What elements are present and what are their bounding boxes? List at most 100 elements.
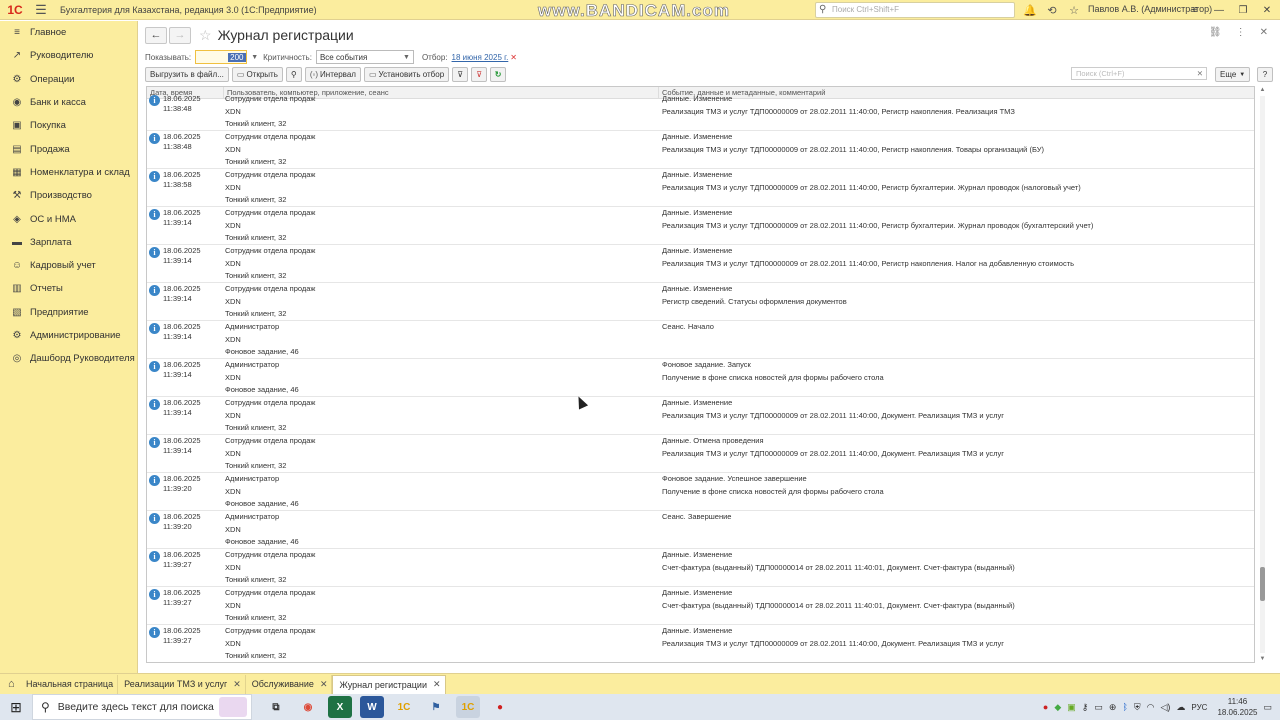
taskbar-search-input[interactable]: ⚲ Введите здесь текст для поиска — [32, 694, 252, 720]
tab-realizations[interactable]: Реализации ТМЗ и услуг ✕ — [118, 674, 246, 694]
sidebar-item-warehouse[interactable]: ▦ Номенклатура и склад — [0, 161, 137, 184]
sidebar-item-hr[interactable]: ☺ Кадровый учет — [0, 254, 137, 277]
link-icon[interactable]: ⛓ — [1209, 27, 1222, 38]
chevron-down-icon[interactable]: ▼ — [251, 54, 258, 61]
table-row[interactable]: i 18.06.2025 11:38:48 Сотрудник отдела прод… — [147, 131, 1254, 169]
clear-search-icon[interactable]: ✕ — [1197, 68, 1203, 79]
interval-button[interactable]: (◦) Интервал — [304, 67, 361, 82]
sidebar-item-production[interactable]: ⚒ Производство — [0, 184, 137, 207]
taskbar-clock[interactable]: 11:46 18.06.2025 — [1217, 696, 1257, 718]
forward-arrow-icon[interactable]: → — [169, 26, 191, 44]
record-dot-icon[interactable]: ● — [1043, 702, 1048, 712]
list-search-input[interactable]: Поиск (Ctrl+F) ✕ — [1071, 67, 1207, 80]
table-row[interactable]: i 18.06.2025 11:39:14 Сотрудник отдела прод… — [147, 207, 1254, 245]
table-row[interactable]: i 18.06.2025 11:39:14 Администратор XDN Фонов… — [147, 359, 1254, 397]
1c-app-icon[interactable]: 1С — [392, 696, 416, 718]
sidebar-item-reports[interactable]: ▥ Отчеты — [0, 277, 137, 300]
refresh-icon[interactable]: ↻ — [490, 67, 507, 82]
more-button[interactable]: Еще ▼ — [1215, 67, 1251, 82]
form-close-icon[interactable]: ✕ — [1260, 27, 1268, 38]
volume-icon[interactable]: ◁) — [1160, 702, 1170, 713]
scroll-thumb[interactable] — [1260, 566, 1265, 601]
close-tab-icon[interactable]: ✕ — [233, 679, 241, 690]
bell-icon[interactable]: 🔔 — [1022, 2, 1038, 18]
keyboard-language[interactable]: РУС — [1191, 703, 1207, 712]
back-arrow-icon[interactable]: ← — [145, 26, 167, 44]
usb-icon[interactable]: ⚷ — [1082, 702, 1089, 713]
excel-icon[interactable]: X — [328, 696, 352, 718]
shield-icon[interactable]: ⛨ — [1134, 702, 1141, 713]
help-button[interactable]: ? — [1257, 67, 1273, 82]
table-row[interactable]: i 18.06.2025 11:39:27 Сотрудник отдела прод… — [147, 587, 1254, 625]
open-button[interactable]: ▭ Открыть — [231, 67, 283, 82]
table-row[interactable]: i 18.06.2025 11:38:48 Сотрудник отдела прод… — [147, 93, 1254, 131]
global-search-input[interactable]: ⚲ Поиск Ctrl+Shift+F — [815, 2, 1015, 18]
history-icon[interactable]: ⟲ — [1044, 2, 1060, 18]
clear-filter-icon[interactable]: ✕ — [510, 53, 517, 62]
wifi-icon[interactable]: ◠ — [1147, 702, 1155, 713]
sidebar-item-sale[interactable]: ▤ Продажа — [0, 137, 137, 160]
info-icon: i — [149, 133, 160, 144]
sidebar-item-enterprise[interactable]: ▧ Предприятие — [0, 301, 137, 324]
sidebar-item-salary[interactable]: ▬ Зарплата — [0, 231, 137, 254]
table-scrollbar[interactable]: ▲ ▼ — [1258, 86, 1267, 663]
favorite-star-icon[interactable]: ☆ — [199, 27, 212, 44]
bandicam-record-icon[interactable]: ● — [488, 696, 512, 718]
sidebar-item-manager[interactable]: ↗ Руководителю — [0, 44, 137, 67]
search-icon[interactable]: ⚲ — [285, 67, 302, 82]
restore-icon[interactable]: ❐ — [1236, 2, 1250, 18]
sidebar-item-operations[interactable]: ⚙ Операции — [0, 68, 137, 91]
sidebar-item-dashboard[interactable]: ◎ Дашборд Руководителя — [0, 347, 137, 370]
tab-maintenance[interactable]: Обслуживание ✕ — [246, 674, 333, 694]
table-row[interactable]: i 18.06.2025 11:39:14 Сотрудник отдела прод… — [147, 283, 1254, 321]
scroll-up-icon[interactable]: ▲ — [1258, 86, 1267, 94]
1c-active-icon[interactable]: 1С — [456, 696, 480, 718]
menu-lines-icon[interactable]: ≡ — [1188, 2, 1202, 18]
tab-start-page[interactable]: Начальная страница — [22, 674, 119, 694]
more-vertical-icon[interactable]: ⋮ — [1236, 27, 1246, 38]
cloud-icon[interactable]: ☁ — [1176, 702, 1185, 713]
close-tab-icon[interactable]: ✕ — [320, 679, 328, 690]
network-icon[interactable]: ⊕ — [1109, 702, 1117, 713]
sidebar-item-admin[interactable]: ⚙ Администрирование — [0, 324, 137, 347]
sidebar-item-assets[interactable]: ◈ ОС и НМА — [0, 207, 137, 230]
bluetooth-icon[interactable]: ᛒ — [1122, 702, 1127, 712]
remove-filter-icon[interactable]: ⊽ — [471, 67, 488, 82]
home-icon[interactable]: ⌂ — [8, 678, 22, 690]
task-view-icon[interactable]: ⧉ — [264, 696, 288, 718]
hamburger-menu-icon[interactable]: ☰ — [30, 0, 52, 20]
table-row[interactable]: i 18.06.2025 11:39:20 Администратор XDN Фонов… — [147, 473, 1254, 511]
favorites-star-icon[interactable]: ☆ — [1066, 2, 1082, 18]
sidebar-item-bank[interactable]: ◉ Банк и касса — [0, 91, 137, 114]
word-icon[interactable]: W — [360, 696, 384, 718]
scroll-down-icon[interactable]: ▼ — [1258, 655, 1267, 663]
minimize-icon[interactable]: — — [1212, 2, 1226, 18]
close-icon[interactable]: ✕ — [1260, 2, 1274, 18]
sidebar-item-main[interactable]: ≡ Главное — [0, 21, 137, 44]
table-row[interactable]: i 18.06.2025 11:39:27 Сотрудник отдела прод… — [147, 549, 1254, 587]
chrome-icon[interactable]: ◉ — [296, 696, 320, 718]
filter-funnel-icon[interactable]: ⊽ — [452, 67, 469, 82]
event-log-table[interactable]: Дата, время Пользователь, компьютер, при… — [146, 86, 1255, 663]
notifications-icon[interactable]: ▭ — [1263, 702, 1272, 713]
table-row[interactable]: i 18.06.2025 11:39:14 Администратор XDN Фонов… — [147, 321, 1254, 359]
table-row[interactable]: i 18.06.2025 11:39:14 Сотрудник отдела прод… — [147, 245, 1254, 283]
table-row[interactable]: i 18.06.2025 11:39:14 Сотрудник отдела прод… — [147, 435, 1254, 473]
criticality-select[interactable]: Все события ▼ — [315, 50, 414, 64]
set-filter-button[interactable]: ▭ Установить отбор — [363, 67, 450, 82]
export-button[interactable]: Выгрузить в файл... — [145, 67, 229, 82]
nvidia-icon[interactable]: ▣ — [1067, 702, 1076, 713]
app-tray-icon[interactable]: ◆ — [1054, 702, 1061, 713]
table-row[interactable]: i 18.06.2025 11:39:20 Администратор XDN Фонов… — [147, 511, 1254, 549]
hardware-icon[interactable]: ▭ — [1094, 702, 1103, 713]
tab-event-log[interactable]: Журнал регистрации ✕ — [332, 674, 446, 694]
table-row[interactable]: i 18.06.2025 11:39:27 Сотрудник отдела прод… — [147, 625, 1254, 662]
windows-start-icon[interactable]: ⊞ — [0, 699, 32, 716]
close-tab-icon[interactable]: ✕ — [433, 679, 441, 690]
sidebar-item-purchase[interactable]: ▣ Покупка — [0, 114, 137, 137]
dev-tool-icon[interactable]: ⚑ — [424, 696, 448, 718]
table-row[interactable]: i 18.06.2025 11:39:14 Сотрудник отдела прод… — [147, 397, 1254, 435]
table-row[interactable]: i 18.06.2025 11:38:58 Сотрудник отдела прод… — [147, 169, 1254, 207]
filter-date-link[interactable]: 18 июня 2025 г. — [452, 53, 509, 62]
show-count-field[interactable]: 200 ▼ — [195, 50, 258, 64]
